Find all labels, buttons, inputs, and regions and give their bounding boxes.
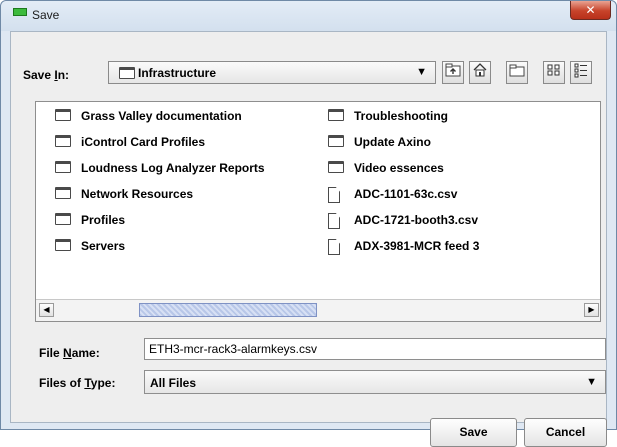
file-type-value: All Files xyxy=(150,376,197,390)
item-label: Profiles xyxy=(81,213,126,227)
details-view-icon xyxy=(574,63,587,78)
item-label: Network Resources xyxy=(81,187,194,201)
close-button[interactable]: ✕ xyxy=(570,1,611,20)
folder-icon xyxy=(55,213,71,225)
save-in-label: Save In: xyxy=(23,68,70,82)
file-type-label: Files of Type: xyxy=(39,376,116,390)
file-list[interactable]: Grass Valley documentation iControl Card … xyxy=(35,101,601,322)
scroll-right-button[interactable]: ▶ xyxy=(584,303,599,317)
save-button[interactable]: Save xyxy=(430,418,517,447)
home-icon xyxy=(473,63,487,77)
folder-icon xyxy=(55,239,71,251)
list-view-button[interactable] xyxy=(543,61,565,84)
dropdown-arrow-icon: ▼ xyxy=(586,376,597,388)
item-label: Servers xyxy=(81,239,126,253)
app-icon xyxy=(13,8,27,16)
new-folder-icon xyxy=(509,64,525,77)
save-in-value: Infrastructure xyxy=(138,66,217,80)
save-dialog: Save ✕ Save In: Infrastructure ▼ Grass V… xyxy=(0,0,617,447)
folder-icon xyxy=(328,109,344,121)
folder-icon xyxy=(55,161,71,173)
folder-icon xyxy=(328,161,344,173)
file-name-input[interactable] xyxy=(144,338,606,360)
up-folder-button[interactable] xyxy=(442,61,464,84)
item-label: Video essences xyxy=(354,161,444,175)
horizontal-scrollbar[interactable]: ◀ ▶ xyxy=(36,299,600,321)
file-icon xyxy=(328,187,340,203)
item-label: Troubleshooting xyxy=(354,109,448,123)
item-label: Grass Valley documentation xyxy=(81,109,242,123)
item-label: ADX-3981-MCR feed 3 xyxy=(354,239,480,253)
folder-icon xyxy=(55,135,71,147)
home-button[interactable] xyxy=(469,61,491,84)
new-folder-button[interactable] xyxy=(506,61,528,84)
window-title: Save xyxy=(32,8,60,22)
dropdown-arrow-icon: ▼ xyxy=(416,66,427,78)
folder-icon xyxy=(55,187,71,199)
folder-icon xyxy=(119,67,135,79)
folder-icon xyxy=(55,109,71,121)
file-type-dropdown[interactable]: All Files ▼ xyxy=(144,370,606,394)
item-label: iControl Card Profiles xyxy=(81,135,206,149)
file-icon xyxy=(328,239,340,255)
details-view-button[interactable] xyxy=(570,61,592,84)
list-view-icon xyxy=(547,64,560,76)
save-in-dropdown[interactable]: Infrastructure ▼ xyxy=(108,61,436,84)
item-label: Update Axino xyxy=(354,135,431,149)
item-label: Loudness Log Analyzer Reports xyxy=(81,161,265,175)
item-label: ADC-1721-booth3.csv xyxy=(354,213,479,227)
up-folder-icon xyxy=(445,63,461,77)
close-icon: ✕ xyxy=(585,3,596,17)
folder-icon xyxy=(328,135,344,147)
file-icon xyxy=(328,213,340,229)
scroll-thumb[interactable] xyxy=(139,303,317,317)
scroll-left-button[interactable]: ◀ xyxy=(39,303,54,317)
file-name-label: File Name: xyxy=(39,346,100,360)
title-bar[interactable]: Save ✕ xyxy=(1,1,616,31)
cancel-button[interactable]: Cancel xyxy=(524,418,607,447)
item-label: ADC-1101-63c.csv xyxy=(354,187,458,201)
dialog-content: Save In: Infrastructure ▼ Grass Valley d… xyxy=(10,31,607,447)
